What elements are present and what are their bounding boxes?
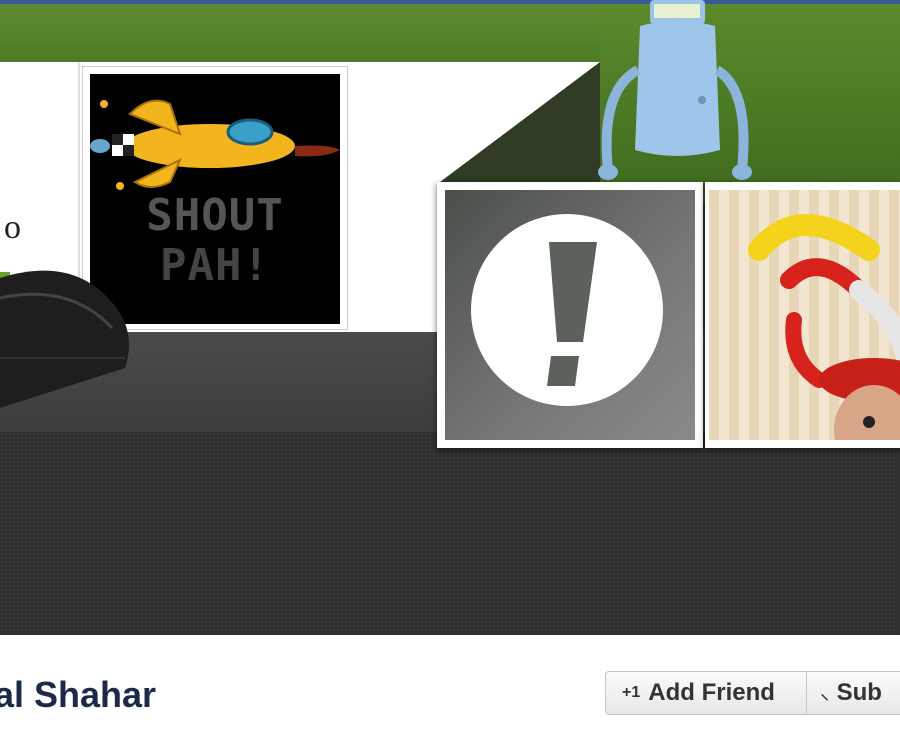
stapler-object <box>0 270 129 408</box>
profile-name[interactable]: al Shahar <box>0 674 156 716</box>
profile-actions: +1 Add Friend ⸜ Sub <box>605 671 900 717</box>
add-friend-icon: +1 <box>622 684 641 701</box>
balloon-hat-figure <box>748 214 900 440</box>
rocket-icon <box>90 99 340 190</box>
shelf-shadow <box>440 62 600 182</box>
partial-tile-text: o <box>4 209 21 246</box>
robot-figure <box>598 0 752 180</box>
shout-text: SHOUT <box>146 190 284 241</box>
subscribe-label: Sub <box>836 679 882 706</box>
exclamation-icon <box>471 214 663 406</box>
subscribe-button[interactable]: ⸜ Sub <box>806 671 900 715</box>
add-friend-button[interactable]: +1 Add Friend <box>605 671 807 715</box>
clown-photo-tile <box>705 182 900 448</box>
rss-icon: ⸜ <box>820 686 829 703</box>
counter-front <box>0 432 900 635</box>
cover-photo[interactable]: o SHOUT PAH! <box>0 0 900 635</box>
exclamation-tile <box>437 182 703 448</box>
add-friend-label: Add Friend <box>648 679 775 706</box>
